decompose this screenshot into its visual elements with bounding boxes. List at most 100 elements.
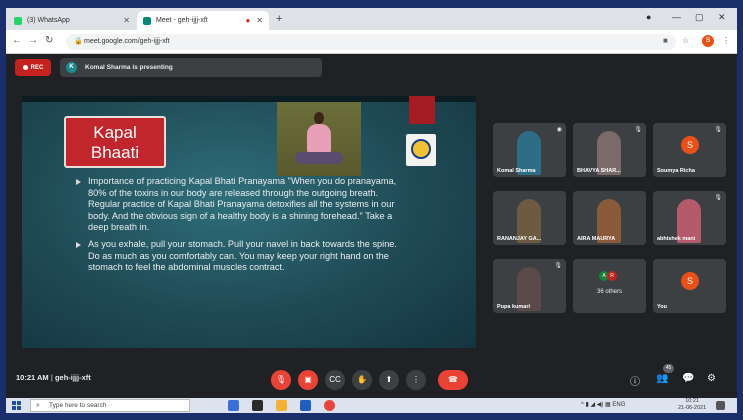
participant-tile[interactable]: RANANJAY GA...	[493, 191, 566, 245]
reload-icon[interactable]: ↻	[45, 35, 53, 46]
tab-whatsapp[interactable]: (3) WhatsApp ✕	[8, 11, 136, 30]
participant-name: RANANJAY GA...	[497, 236, 542, 242]
tab-meet[interactable]: Meet - geh-ijjj-xft ● ✕	[137, 11, 269, 30]
participant-name: BHAVYA SHAR...	[577, 168, 621, 174]
people-icon[interactable]: 👥	[656, 373, 668, 384]
system-tray[interactable]: ^ ▮ ◢ ◀) ▦ ENG	[581, 401, 625, 408]
activities-icon[interactable]: ⚙	[707, 373, 716, 384]
participant-tile[interactable]: 🎙 BHAVYA SHAR...	[573, 123, 646, 177]
close-tab-icon[interactable]: ✕	[256, 16, 263, 25]
participant-tile[interactable]: 🎙 abhishek mani	[653, 191, 726, 245]
slide-title-line: Bhaati	[90, 143, 140, 162]
menu-icon[interactable]: ⋮	[722, 36, 730, 45]
participant-name: You	[657, 304, 667, 310]
clock-time: 10:21	[685, 398, 699, 404]
chat-icon[interactable]: 💬	[682, 373, 694, 384]
participant-tile[interactable]: S 🎙 Soumya Richa	[653, 123, 726, 177]
mic-off-icon: 🎙	[634, 127, 642, 133]
participant-tile[interactable]: ◉ Komal Sharma	[493, 123, 566, 177]
mic-off-icon: 🎙	[714, 127, 722, 133]
chrome-icon[interactable]	[324, 400, 335, 411]
url-field[interactable]: 🔒 meet.google.com/geh-ijjj-xft	[66, 34, 676, 50]
task-view-icon[interactable]	[228, 400, 239, 411]
whatsapp-icon	[14, 16, 22, 25]
slide-bullet: As you exhale, pull your stomach. Pull y…	[76, 239, 406, 274]
mail-icon[interactable]	[300, 400, 311, 411]
url-text: meet.google.com/geh-ijjj-xft	[84, 38, 170, 45]
yoga-pose-image	[277, 102, 361, 176]
lock-icon: 🔒	[74, 38, 83, 45]
close-tab-icon[interactable]: ✕	[123, 16, 130, 25]
figure-body	[307, 124, 331, 154]
slide-body: Importance of practicing Kapal Bhati Pra…	[76, 176, 406, 279]
participant-avatar: R	[607, 271, 617, 281]
screen: (3) WhatsApp ✕ Meet - geh-ijjj-xft ● ✕ +…	[6, 8, 737, 413]
slide-red-band	[409, 96, 435, 124]
minimize-button[interactable]: —	[672, 12, 681, 22]
presentation-slide: Kapal Bhaati Importance of practicing Ka…	[22, 96, 476, 348]
search-placeholder: Type here to search	[49, 402, 107, 409]
recording-indicator-icon: ●	[245, 16, 251, 25]
slide-bullet: Importance of practicing Kapal Bhati Pra…	[76, 176, 406, 234]
participant-tile[interactable]: 🎙 Pupa kumari	[493, 259, 566, 313]
windows-start-icon[interactable]	[12, 401, 21, 410]
people-count-badge: 45	[663, 364, 674, 373]
participant-name: Soumya Richa	[657, 168, 695, 174]
presenting-text: Komal Sharma is presenting	[85, 64, 173, 71]
maximize-button[interactable]: ▢	[695, 12, 704, 23]
tab-label: (3) WhatsApp	[27, 17, 70, 24]
speaking-icon: ◉	[556, 127, 562, 133]
profile-avatar[interactable]: S	[702, 35, 714, 47]
recording-label: REC	[30, 64, 44, 71]
taskbar-search-box[interactable]: ⌕ Type here to search	[30, 399, 190, 412]
browser-tab-strip: (3) WhatsApp ✕ Meet - geh-ijjj-xft ● ✕ +…	[6, 8, 737, 30]
slide-title-line: Kapal	[93, 123, 137, 142]
tray-icons: ^ ▮ ◢ ◀) ▦	[581, 402, 613, 408]
slide-top-band	[22, 96, 476, 102]
forward-icon[interactable]: →	[28, 35, 38, 46]
taskbar: ⌕ Type here to search ^ ▮ ◢ ◀) ▦ ENG 10:…	[6, 398, 737, 413]
meeting-code: geh-ijjj-xft	[54, 373, 91, 382]
presenting-banner: K Komal Sharma is presenting	[60, 58, 322, 77]
mic-off-button[interactable]: 🎙	[271, 370, 291, 390]
back-icon[interactable]: ←	[12, 35, 22, 46]
participant-name: abhishek mani	[657, 236, 696, 242]
self-avatar: S	[681, 272, 699, 290]
self-tile[interactable]: S You	[653, 259, 726, 313]
present-button[interactable]: ⬆	[379, 370, 399, 390]
presenter-avatar: K	[66, 62, 77, 73]
notification-icon[interactable]	[716, 401, 725, 410]
new-tab-button[interactable]: +	[276, 13, 282, 25]
record-dot-icon	[22, 65, 28, 70]
address-bar-row: ← → ↻ 🔒 meet.google.com/geh-ijjj-xft ■ ☆…	[6, 30, 737, 54]
others-avatars: A R	[599, 271, 617, 281]
language-indicator: ENG	[612, 402, 626, 408]
participant-name: AIRA MAURYA	[577, 236, 616, 242]
meet-icon	[143, 16, 151, 25]
tab-label: Meet - geh-ijjj-xft	[156, 17, 208, 24]
others-count-label: 36 others	[596, 289, 623, 295]
meeting-controls-bar: 10:21 AM | geh-ijjj-xft 🎙 ▣ CC ✋ ⬆ ⋮ ☎ ⓘ…	[6, 360, 737, 396]
participant-name: Komal Sharma	[497, 168, 536, 174]
more-options-button[interactable]: ⋮	[406, 370, 426, 390]
info-icon[interactable]: ⓘ	[630, 373, 640, 388]
emblem-seal-icon	[411, 139, 431, 159]
figure-legs	[295, 152, 343, 164]
close-window-button[interactable]: ✕	[718, 12, 726, 23]
recording-badge: REC	[15, 59, 51, 76]
taskbar-clock[interactable]: 10:21 21-06-2021	[678, 398, 706, 412]
raise-hand-button[interactable]: ✋	[352, 370, 372, 390]
mic-off-icon: 🎙	[554, 263, 562, 269]
captions-button[interactable]: CC	[325, 370, 345, 390]
camera-icon[interactable]: ■	[663, 36, 668, 45]
file-explorer-icon[interactable]	[276, 400, 287, 411]
store-icon[interactable]	[252, 400, 263, 411]
media-icon[interactable]: ●	[646, 12, 651, 22]
camera-off-button[interactable]: ▣	[298, 370, 318, 390]
others-tile[interactable]: A R 36 others	[573, 259, 646, 313]
figure-head	[314, 112, 324, 124]
meeting-time: 10:21 AM	[16, 373, 49, 382]
participant-tile[interactable]: AIRA MAURYA	[573, 191, 646, 245]
leave-call-button[interactable]: ☎	[438, 370, 468, 390]
star-icon[interactable]: ☆	[682, 36, 689, 45]
